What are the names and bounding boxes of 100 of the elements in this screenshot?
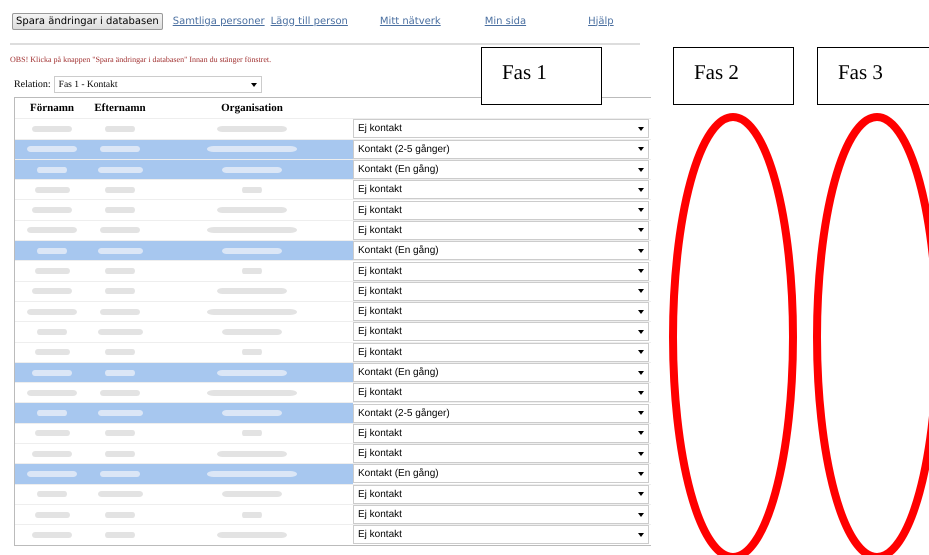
nav-link[interactable]: Lägg till person — [270, 16, 348, 26]
table-row[interactable]: Ej kontakt — [15, 321, 651, 342]
table-row[interactable]: Ej kontakt — [15, 179, 651, 200]
blurred-text — [105, 510, 135, 519]
blurred-text — [105, 186, 135, 194]
blurred-text — [34, 186, 70, 194]
blurred-text — [105, 368, 135, 376]
blurred-text — [242, 186, 262, 194]
blurred-text — [222, 490, 282, 498]
caret-icon — [638, 208, 644, 212]
blurred-text — [242, 510, 262, 519]
table-row[interactable]: Ej kontakt — [15, 524, 651, 545]
contact-dropdown[interactable]: Ej kontakt — [353, 200, 649, 220]
contact-dropdown[interactable]: Ej kontakt — [353, 424, 649, 443]
caret-icon — [638, 228, 644, 232]
contact-dropdown[interactable]: Kontakt (En gång) — [353, 363, 649, 382]
contact-dropdown[interactable]: Ej kontakt — [353, 119, 649, 138]
blurred-text — [217, 206, 287, 214]
nav-link[interactable]: Min sida — [484, 16, 526, 26]
table-row[interactable]: Ej kontakt — [15, 199, 651, 220]
contact-dropdown[interactable]: Ej kontakt — [353, 342, 649, 362]
blurred-text — [98, 328, 142, 336]
blurred-text — [100, 470, 140, 478]
contact-dropdown[interactable]: Ej kontakt — [353, 484, 649, 504]
blurred-text — [217, 368, 287, 376]
blurred-text — [222, 328, 282, 336]
blurred-text — [32, 450, 72, 458]
contact-dropdown[interactable]: Kontakt (En gång) — [353, 464, 649, 484]
table-row[interactable]: Kontakt (2-5 gånger) — [15, 402, 651, 423]
nav-link[interactable]: Mitt nätverk — [380, 16, 441, 26]
caret-icon — [638, 147, 644, 152]
contact-dropdown[interactable]: Ej kontakt — [353, 220, 649, 240]
blurred-text — [37, 490, 67, 498]
caret-icon — [638, 472, 644, 476]
contact-dropdown[interactable]: Ej kontakt — [353, 322, 649, 342]
blurred-text — [100, 308, 140, 316]
blurred-text — [27, 470, 77, 478]
table-row[interactable]: Kontakt (En gång) — [15, 362, 651, 382]
table-row[interactable]: Ej kontakt — [15, 300, 651, 322]
contact-dropdown[interactable]: Kontakt (En gång) — [353, 241, 649, 260]
contact-dropdown[interactable]: Ej kontakt — [353, 282, 649, 301]
caret-icon — [638, 188, 644, 192]
blurred-text — [242, 429, 262, 438]
contact-dropdown[interactable]: Kontakt (2-5 gånger) — [353, 404, 649, 423]
blurred-text — [105, 267, 135, 276]
contact-dropdown[interactable]: Ej kontakt — [353, 505, 649, 524]
caret-icon — [638, 532, 644, 537]
table-row[interactable]: Kontakt (En gång) — [15, 240, 651, 260]
caret-icon — [638, 411, 644, 416]
table-row[interactable]: Ej kontakt — [15, 260, 651, 281]
blurred-text — [100, 226, 140, 234]
table-row[interactable]: Ej kontakt — [15, 342, 651, 362]
contact-dropdown[interactable]: Kontakt (2-5 gånger) — [353, 140, 649, 159]
caret-icon — [638, 452, 644, 456]
relation-dropdown[interactable]: Fas 1 - Kontakt — [54, 76, 262, 93]
blurred-text — [27, 145, 77, 154]
table-row[interactable]: Ej kontakt — [15, 443, 651, 464]
blurred-text — [105, 348, 135, 356]
contact-dropdown[interactable]: Ej kontakt — [353, 444, 649, 464]
table-row[interactable]: Ej kontakt — [15, 422, 651, 444]
column-header: Organisation — [220, 101, 284, 116]
contact-dropdown[interactable]: Ej kontakt — [353, 383, 649, 402]
blurred-text — [37, 246, 67, 255]
table-row[interactable]: Ej kontakt — [15, 484, 651, 504]
caret-icon — [638, 431, 644, 436]
table-row[interactable]: Kontakt (En gång) — [15, 463, 651, 484]
blurred-text — [32, 368, 72, 376]
table-row[interactable]: Ej kontakt — [15, 504, 651, 524]
table-row[interactable]: Ej kontakt — [15, 382, 651, 402]
column-header: Efternamn — [93, 101, 147, 116]
blurred-text — [242, 267, 262, 276]
blurred-text — [217, 124, 287, 133]
blurred-text — [37, 328, 67, 336]
caret-icon — [638, 289, 644, 294]
contact-dropdown[interactable]: Ej kontakt — [353, 180, 649, 200]
caret-icon — [638, 248, 644, 253]
contact-dropdown[interactable]: Kontakt (En gång) — [353, 160, 649, 180]
contact-dropdown[interactable]: Ej kontakt — [353, 302, 649, 322]
blurred-text — [222, 409, 282, 418]
phase-label-box: Fas 3 — [817, 47, 929, 105]
contact-dropdown[interactable]: Ej kontakt — [353, 262, 649, 281]
nav-link[interactable]: Samtliga personer — [172, 16, 265, 26]
table-row[interactable]: Kontakt (2-5 gånger) — [15, 138, 651, 159]
table-row[interactable]: Kontakt (En gång) — [15, 158, 651, 180]
blurred-text — [37, 409, 67, 418]
blurred-text — [32, 530, 72, 539]
caret-icon — [638, 269, 644, 274]
save-button[interactable]: Spara ändringar i databasen — [12, 12, 163, 30]
blurred-text — [37, 166, 67, 174]
table-row[interactable]: Ej kontakt — [15, 280, 651, 301]
blurred-text — [100, 145, 140, 154]
caret-icon — [638, 370, 644, 374]
caret-icon — [638, 168, 644, 172]
blurred-text — [105, 450, 135, 458]
blurred-text — [32, 124, 72, 133]
table-row[interactable]: Ej kontakt — [15, 118, 651, 139]
blurred-text — [27, 308, 77, 316]
table-row[interactable]: Ej kontakt — [15, 220, 651, 240]
contact-dropdown[interactable]: Ej kontakt — [353, 525, 649, 544]
nav-link[interactable]: Hjälp — [588, 16, 614, 26]
